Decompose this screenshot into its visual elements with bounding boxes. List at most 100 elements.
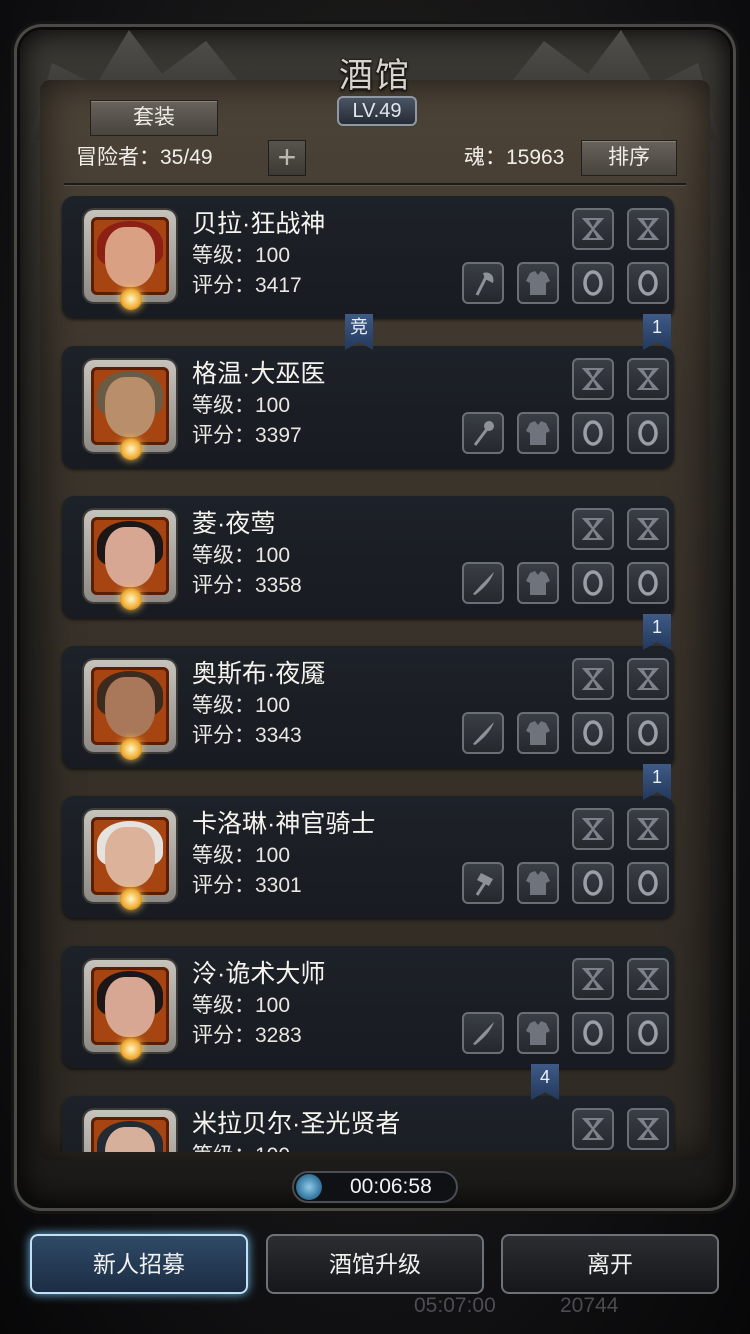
tavern-screen: 05:07:00 20744 酒馆 LV.49 套装 冒险者：35/49 + 魂… <box>0 0 750 1334</box>
rank-ribbon: 1 <box>643 764 671 800</box>
recruit-button[interactable]: 新人招募 <box>30 1234 248 1294</box>
portrait-face <box>105 227 155 287</box>
hero-level: 等级：100 <box>192 694 291 717</box>
rune-slot[interactable] <box>572 208 614 250</box>
portrait-art <box>91 967 169 1045</box>
hero-level: 等级：100 <box>192 1142 290 1152</box>
hero-card[interactable]: 奥斯布·夜魇 等级：100 评分：3343 <box>62 646 674 768</box>
hero-name: 奥斯布·夜魇 <box>192 660 326 688</box>
ring-slot[interactable] <box>572 262 614 304</box>
background-gold-count: 20744 <box>560 1294 619 1317</box>
armor-slot[interactable] <box>517 862 559 904</box>
rune-slot[interactable] <box>572 358 614 400</box>
awaken-badge-icon <box>120 1038 142 1060</box>
upgrade-tavern-button[interactable]: 酒馆升级 <box>266 1234 484 1294</box>
rune-slot[interactable] <box>627 508 669 550</box>
hero-score: 评分：3301 <box>192 874 302 897</box>
hero-name: 格温·大巫医 <box>192 360 326 388</box>
awaken-badge-icon <box>120 588 142 610</box>
rune-slot[interactable] <box>627 208 669 250</box>
hero-card[interactable]: 卡洛琳·神官骑士 等级：100 评分：3301 <box>62 796 674 918</box>
weapon-slot[interactable] <box>462 712 504 754</box>
ring-slot[interactable] <box>627 712 669 754</box>
ring-slot[interactable] <box>627 262 669 304</box>
hero-card[interactable]: 贝拉·狂战神 等级：100 评分：3417 <box>62 196 674 318</box>
weapon-slot[interactable] <box>462 412 504 454</box>
rank-ribbon: 竞 <box>345 314 373 350</box>
portrait-face <box>105 527 155 587</box>
ring-slot[interactable] <box>572 712 614 754</box>
ring-slot[interactable] <box>627 562 669 604</box>
hero-portrait[interactable] <box>84 510 176 610</box>
rune-slot[interactable] <box>572 1108 614 1150</box>
header-divider <box>64 183 686 185</box>
armor-slot[interactable] <box>517 712 559 754</box>
suit-button[interactable]: 套装 <box>90 100 218 136</box>
portrait-face <box>105 827 155 887</box>
hero-score: 评分：3417 <box>192 274 302 297</box>
rune-slot[interactable] <box>627 1108 669 1150</box>
portrait-face <box>105 977 155 1037</box>
sort-button[interactable]: 排序 <box>581 140 677 176</box>
ring-slot[interactable] <box>627 862 669 904</box>
rune-slot[interactable] <box>627 958 669 1000</box>
ring-slot[interactable] <box>572 412 614 454</box>
ring-slot[interactable] <box>572 862 614 904</box>
leave-button[interactable]: 离开 <box>501 1234 719 1294</box>
hero-card[interactable]: 格温·大巫医 等级：100 评分：3397 <box>62 346 674 468</box>
weapon-slot[interactable] <box>462 562 504 604</box>
hero-level: 等级：100 <box>192 244 291 267</box>
hero-portrait[interactable] <box>84 210 176 310</box>
plus-icon: + <box>277 139 297 175</box>
hero-name: 米拉贝尔·圣光贤者 <box>192 1110 401 1138</box>
portrait-art <box>91 817 169 895</box>
awaken-badge-icon <box>120 738 142 760</box>
portrait-art <box>91 1117 169 1152</box>
ring-slot[interactable] <box>627 412 669 454</box>
rune-slot[interactable] <box>572 658 614 700</box>
soul-count: 魂：15963 <box>464 146 565 169</box>
armor-slot[interactable] <box>517 562 559 604</box>
weapon-slot[interactable] <box>462 1012 504 1054</box>
armor-slot[interactable] <box>517 262 559 304</box>
portrait-art <box>91 517 169 595</box>
rune-slot[interactable] <box>572 808 614 850</box>
hero-score: 评分：3283 <box>192 1024 302 1047</box>
armor-slot[interactable] <box>517 1012 559 1054</box>
timer-value: 00:06:58 <box>350 1175 432 1198</box>
hero-card[interactable]: 米拉贝尔·圣光贤者等级：100评分：3276 <box>62 1096 674 1152</box>
weapon-slot[interactable] <box>462 262 504 304</box>
hero-card[interactable]: 泠·诡术大师等级：100 评分：3283 <box>62 946 674 1068</box>
ring-slot[interactable] <box>572 562 614 604</box>
hero-portrait[interactable] <box>84 660 176 760</box>
hero-portrait[interactable] <box>84 810 176 910</box>
add-slot-button[interactable]: + <box>268 140 306 176</box>
recruit-timer: 00:06:58 <box>292 1171 458 1203</box>
hero-level: 等级：100 <box>192 994 291 1017</box>
awaken-badge-icon <box>120 438 142 460</box>
rune-slot[interactable] <box>627 358 669 400</box>
rune-slot[interactable] <box>627 658 669 700</box>
hero-portrait[interactable] <box>84 1110 176 1152</box>
hero-level: 等级：100 <box>192 844 291 867</box>
ring-slot[interactable] <box>627 1012 669 1054</box>
rank-ribbon: 1 <box>643 314 671 350</box>
armor-slot[interactable] <box>517 412 559 454</box>
rune-slot[interactable] <box>627 808 669 850</box>
background-clock: 05:07:00 <box>414 1294 496 1317</box>
hero-portrait[interactable] <box>84 360 176 460</box>
rank-ribbon: 4 <box>531 1064 559 1100</box>
hero-portrait[interactable] <box>84 960 176 1060</box>
ring-slot[interactable] <box>572 1012 614 1054</box>
rune-slot[interactable] <box>572 958 614 1000</box>
hero-name: 泠·诡术大师 <box>192 960 326 988</box>
hero-card[interactable]: 菱·夜莺 等级：100 评分：3358 <box>62 496 674 618</box>
hero-score: 评分：3358 <box>192 574 302 597</box>
clock-icon <box>296 1174 322 1200</box>
rank-ribbon: 1 <box>643 614 671 650</box>
hero-list[interactable]: 贝拉·狂战神 等级：100 评分：3417 格温·大巫医 等级：100 评分：3397 菱·… <box>58 190 694 1152</box>
weapon-slot[interactable] <box>462 862 504 904</box>
rune-slot[interactable] <box>572 508 614 550</box>
page-title: 酒馆 <box>339 56 411 96</box>
awaken-badge-icon <box>120 288 142 310</box>
